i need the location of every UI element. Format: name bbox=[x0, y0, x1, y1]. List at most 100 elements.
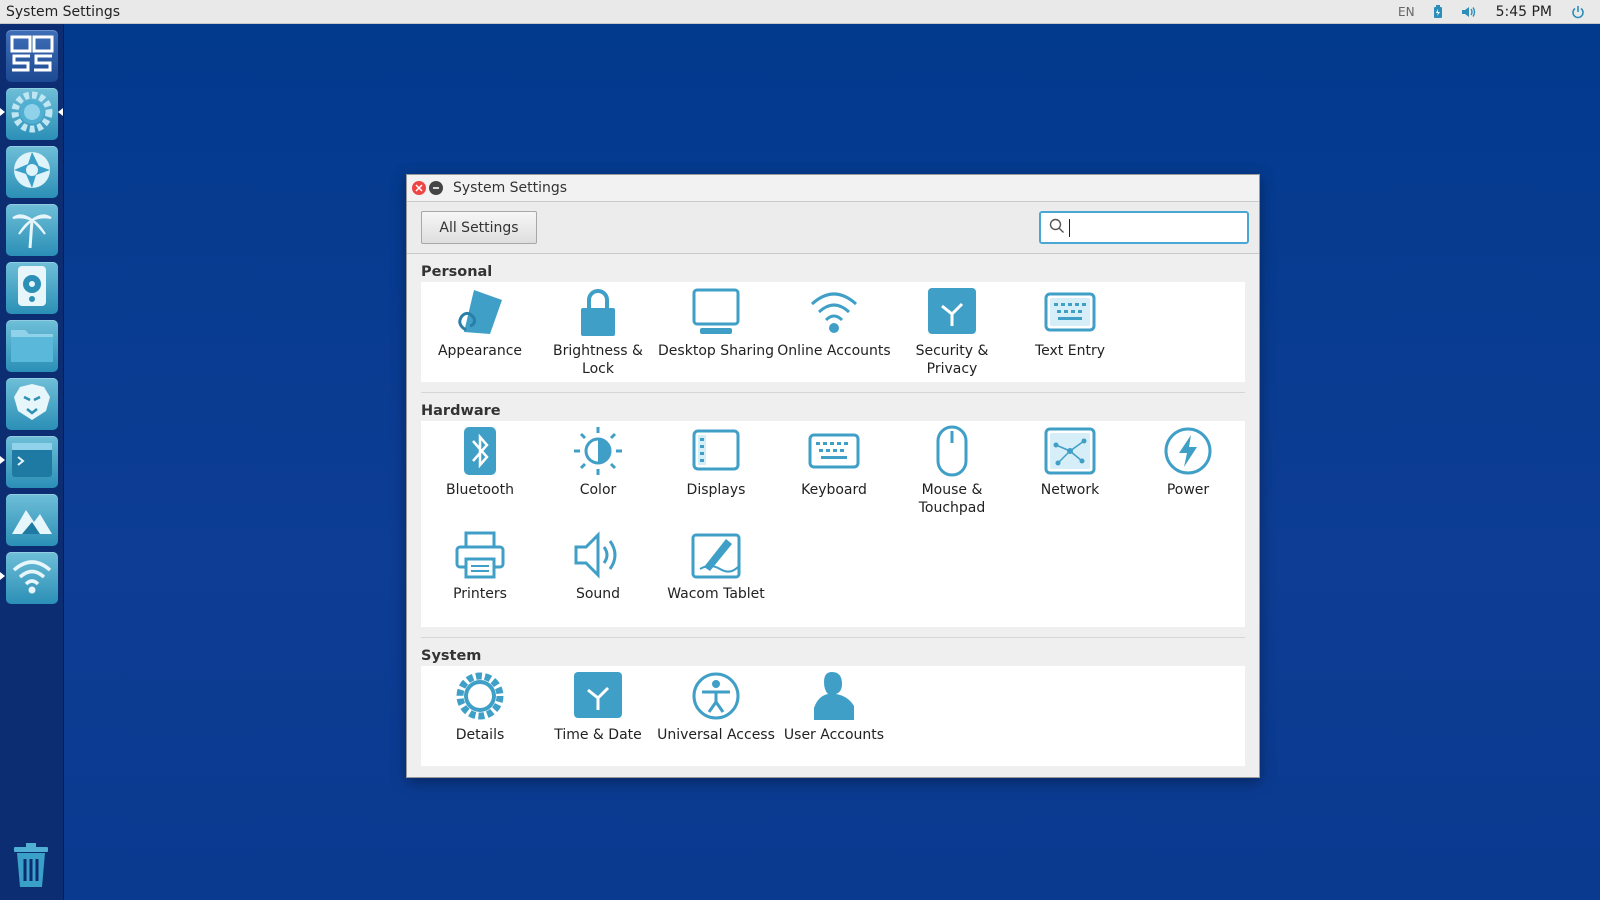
launcher-item-audio[interactable] bbox=[6, 262, 58, 314]
launcher-item-terminal[interactable] bbox=[6, 436, 58, 488]
item-wacom-tablet[interactable]: Wacom Tablet bbox=[657, 529, 775, 633]
launcher-item-boss[interactable] bbox=[6, 30, 58, 82]
item-bluetooth[interactable]: Bluetooth bbox=[421, 425, 539, 529]
item-label: Universal Access bbox=[657, 727, 775, 743]
user-icon bbox=[808, 670, 860, 722]
panel-indicators: EN 5:45 PM bbox=[1389, 0, 1600, 24]
monitor-icon bbox=[690, 286, 742, 338]
item-details[interactable]: Details bbox=[421, 670, 539, 774]
clock[interactable]: 5:45 PM bbox=[1486, 0, 1562, 24]
tablet-icon bbox=[690, 529, 742, 581]
close-button[interactable] bbox=[412, 181, 426, 195]
power-icon[interactable] bbox=[1562, 0, 1594, 24]
displays-icon bbox=[690, 425, 742, 477]
item-keyboard[interactable]: Keyboard bbox=[775, 425, 893, 529]
item-label: Wacom Tablet bbox=[667, 586, 765, 602]
item-label: Mouse & Touchpad bbox=[918, 482, 986, 516]
lion-icon bbox=[11, 381, 53, 427]
close-icon bbox=[415, 184, 423, 192]
accessibility-icon bbox=[690, 670, 742, 722]
item-label: Desktop Sharing bbox=[658, 343, 774, 359]
launcher bbox=[0, 24, 64, 900]
terminal-icon bbox=[10, 441, 54, 483]
search-box[interactable] bbox=[1039, 211, 1249, 244]
item-color[interactable]: Color bbox=[539, 425, 657, 529]
window-title: System Settings bbox=[453, 180, 568, 196]
item-label: Details bbox=[455, 727, 505, 743]
running-indicator bbox=[0, 108, 5, 116]
launcher-item-aperture[interactable] bbox=[6, 146, 58, 198]
section-title-system: System bbox=[421, 648, 482, 664]
item-online-accounts[interactable]: Online Accounts bbox=[775, 286, 893, 390]
running-indicator bbox=[0, 456, 5, 464]
item-label: Printers bbox=[453, 586, 507, 602]
item-label: Bluetooth bbox=[446, 482, 514, 498]
item-displays[interactable]: Displays bbox=[657, 425, 775, 529]
minimize-button[interactable] bbox=[429, 181, 443, 195]
clock-icon bbox=[572, 670, 624, 722]
item-security-privacy[interactable]: Security & Privacy bbox=[893, 286, 1011, 390]
printer-icon bbox=[454, 529, 506, 581]
focused-indicator bbox=[58, 108, 63, 116]
palm-tree-icon bbox=[11, 206, 53, 254]
section-divider bbox=[421, 637, 1245, 638]
battery-icon[interactable] bbox=[1424, 0, 1452, 24]
item-time-date[interactable]: Time & Date bbox=[539, 670, 657, 774]
gear-icon bbox=[454, 670, 506, 722]
item-label: Text Entry bbox=[1034, 343, 1105, 359]
item-printers[interactable]: Printers bbox=[421, 529, 539, 633]
item-label: Sound bbox=[575, 586, 621, 602]
launcher-item-network[interactable] bbox=[6, 552, 58, 604]
running-indicator bbox=[0, 572, 5, 580]
item-label: User Accounts bbox=[783, 727, 885, 743]
launcher-item-files[interactable] bbox=[6, 320, 58, 372]
keyboard-layout-indicator[interactable]: EN bbox=[1389, 0, 1424, 24]
item-label: Power bbox=[1166, 482, 1210, 498]
item-label: Security & Privacy bbox=[915, 343, 989, 377]
item-brightness-lock[interactable]: Brightness & Lock bbox=[539, 286, 657, 390]
launcher-item-image-viewer[interactable] bbox=[6, 494, 58, 546]
launcher-item-trash[interactable] bbox=[6, 842, 56, 892]
item-label: Keyboard bbox=[801, 482, 867, 498]
launcher-item-system-settings[interactable] bbox=[6, 88, 58, 140]
mountain-icon bbox=[10, 500, 54, 540]
sound-icon bbox=[572, 529, 624, 581]
gear-icon bbox=[10, 90, 54, 138]
minimize-icon bbox=[433, 187, 439, 189]
item-label: Displays bbox=[686, 482, 746, 498]
item-sound[interactable]: Sound bbox=[539, 529, 657, 633]
section-hardware: Bluetooth Color Displays Keyboard Mouse … bbox=[421, 421, 1245, 627]
section-system: Details Time & Date Universal Access Use… bbox=[421, 666, 1245, 766]
network-icon bbox=[1044, 425, 1096, 477]
item-text-entry[interactable]: Text Entry bbox=[1011, 286, 1129, 390]
item-label: Color bbox=[579, 482, 617, 498]
settings-content: Personal Appearance Brightness & Lock De… bbox=[407, 254, 1259, 766]
trash-icon bbox=[10, 841, 52, 893]
section-title-hardware: Hardware bbox=[421, 403, 501, 419]
item-desktop-sharing[interactable]: Desktop Sharing bbox=[657, 286, 775, 390]
launcher-item-browser[interactable] bbox=[6, 378, 58, 430]
item-user-accounts[interactable]: User Accounts bbox=[775, 670, 893, 774]
power-icon bbox=[1162, 425, 1214, 477]
item-label: Network bbox=[1040, 482, 1100, 498]
item-universal-access[interactable]: Universal Access bbox=[657, 670, 775, 774]
item-network[interactable]: Network bbox=[1011, 425, 1129, 529]
wifi-icon bbox=[808, 286, 860, 338]
all-settings-button[interactable]: All Settings bbox=[421, 211, 537, 244]
item-power[interactable]: Power bbox=[1129, 425, 1247, 529]
volume-icon[interactable] bbox=[1452, 0, 1486, 24]
boss-logo-icon bbox=[10, 34, 54, 78]
launcher-item-palm[interactable] bbox=[6, 204, 58, 256]
item-label: Time & Date bbox=[554, 727, 642, 743]
section-title-personal: Personal bbox=[421, 264, 493, 280]
search-input[interactable] bbox=[1069, 218, 1239, 237]
item-appearance[interactable]: Appearance bbox=[421, 286, 539, 390]
item-mouse-touchpad[interactable]: Mouse & Touchpad bbox=[893, 425, 1011, 529]
lock-icon bbox=[572, 286, 624, 338]
section-personal: Appearance Brightness & Lock Desktop Sha… bbox=[421, 282, 1245, 382]
bluetooth-icon bbox=[454, 425, 506, 477]
wifi-icon bbox=[10, 556, 54, 600]
keyboard-icon bbox=[808, 425, 860, 477]
folder-icon bbox=[9, 324, 55, 368]
window-titlebar[interactable]: System Settings bbox=[407, 175, 1259, 202]
